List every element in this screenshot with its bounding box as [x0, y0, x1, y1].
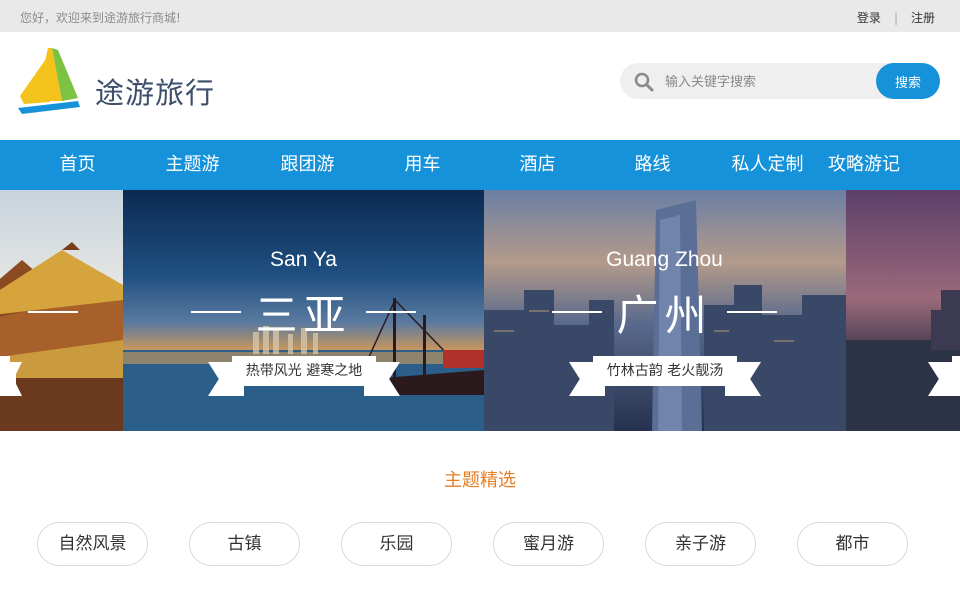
slide-english-name: San Ya: [270, 248, 337, 271]
slide-title-row: [846, 284, 960, 340]
slide-english-name: Guang Zhou: [606, 248, 723, 271]
site-header: 途游旅行 搜索: [0, 32, 960, 140]
slide-tagline-ribbon: [928, 356, 960, 398]
title-dash: [191, 311, 242, 313]
nav-item-car-rental[interactable]: 用车: [365, 140, 480, 190]
nav-item-theme-tour[interactable]: 主题游: [135, 140, 250, 190]
theme-tag-honeymoon[interactable]: 蜜月游: [493, 522, 604, 566]
welcome-text: 您好，欢迎来到途游旅行商城!: [20, 11, 181, 25]
top-bar: 您好，欢迎来到途游旅行商城! 登录 | 注册: [0, 0, 960, 32]
search-box: 搜索: [620, 63, 940, 99]
nav-item-routes[interactable]: 路线: [595, 140, 710, 190]
search-input[interactable]: [665, 71, 865, 91]
register-link[interactable]: 注册: [911, 9, 935, 26]
sail-logo-icon[interactable]: [18, 46, 80, 114]
slide-title-row: 三亚: [123, 284, 484, 340]
nav-item-hotel[interactable]: 酒店: [480, 140, 595, 190]
banner-slide[interactable]: 城: [0, 190, 123, 431]
banner-slide-guangzhou[interactable]: Guang Zhou 广州 竹林古韵 老火靓汤: [484, 190, 846, 431]
ribbon-wing: [0, 362, 22, 396]
nav-item-custom[interactable]: 私人定制: [710, 140, 825, 190]
theme-tag-park[interactable]: 乐园: [341, 522, 452, 566]
title-dash: [552, 311, 603, 313]
section-title: 主题精选: [444, 470, 516, 491]
nav-item-guides[interactable]: 攻略游记: [825, 140, 960, 190]
banner-slide-sanya[interactable]: San Ya 三亚 热带风光 避寒之地: [123, 190, 484, 431]
slide-tagline-ribbon: 城: [0, 356, 123, 398]
theme-tag-city[interactable]: 都市: [797, 522, 908, 566]
slide-tagline: 竹林古韵 老火靓汤: [593, 356, 737, 386]
nav-item-home[interactable]: 首页: [0, 140, 135, 190]
link-separator: |: [893, 10, 898, 25]
login-link[interactable]: 登录: [857, 9, 881, 26]
slide-title-row: [0, 284, 123, 340]
search-icon: [634, 72, 654, 92]
slide-title-row: 广州: [484, 284, 845, 340]
title-dash: [726, 311, 777, 313]
slide-tagline-ribbon: 热带风光 避寒之地: [208, 356, 400, 398]
theme-tags: 自然风景 古镇 乐园 蜜月游 亲子游 都市: [37, 522, 917, 566]
nav-item-group-tour[interactable]: 跟团游: [250, 140, 365, 190]
slide-tagline: 热带风光 避寒之地: [232, 356, 376, 386]
title-dash: [365, 311, 416, 313]
title-dash: [28, 311, 78, 313]
theme-tag-family[interactable]: 亲子游: [645, 522, 756, 566]
logo-text[interactable]: 途游旅行: [95, 70, 215, 112]
theme-tag-nature[interactable]: 自然风景: [37, 522, 148, 566]
main-nav: 首页 主题游 跟团游 用车 酒店 路线 私人定制 攻略游记: [0, 140, 960, 190]
slide-tagline: [952, 356, 960, 386]
banner-carousel: 城 San Ya 三亚: [0, 190, 960, 431]
slide-chinese-name: 三亚: [255, 290, 352, 340]
theme-tag-ancient-town[interactable]: 古镇: [189, 522, 300, 566]
account-links: 登录 | 注册: [857, 9, 935, 26]
slide-chinese-name: 广州: [616, 290, 713, 340]
search-button[interactable]: 搜索: [876, 63, 940, 99]
slide-tagline-ribbon: 竹林古韵 老火靓汤: [569, 356, 761, 398]
banner-slide[interactable]: [846, 190, 960, 431]
